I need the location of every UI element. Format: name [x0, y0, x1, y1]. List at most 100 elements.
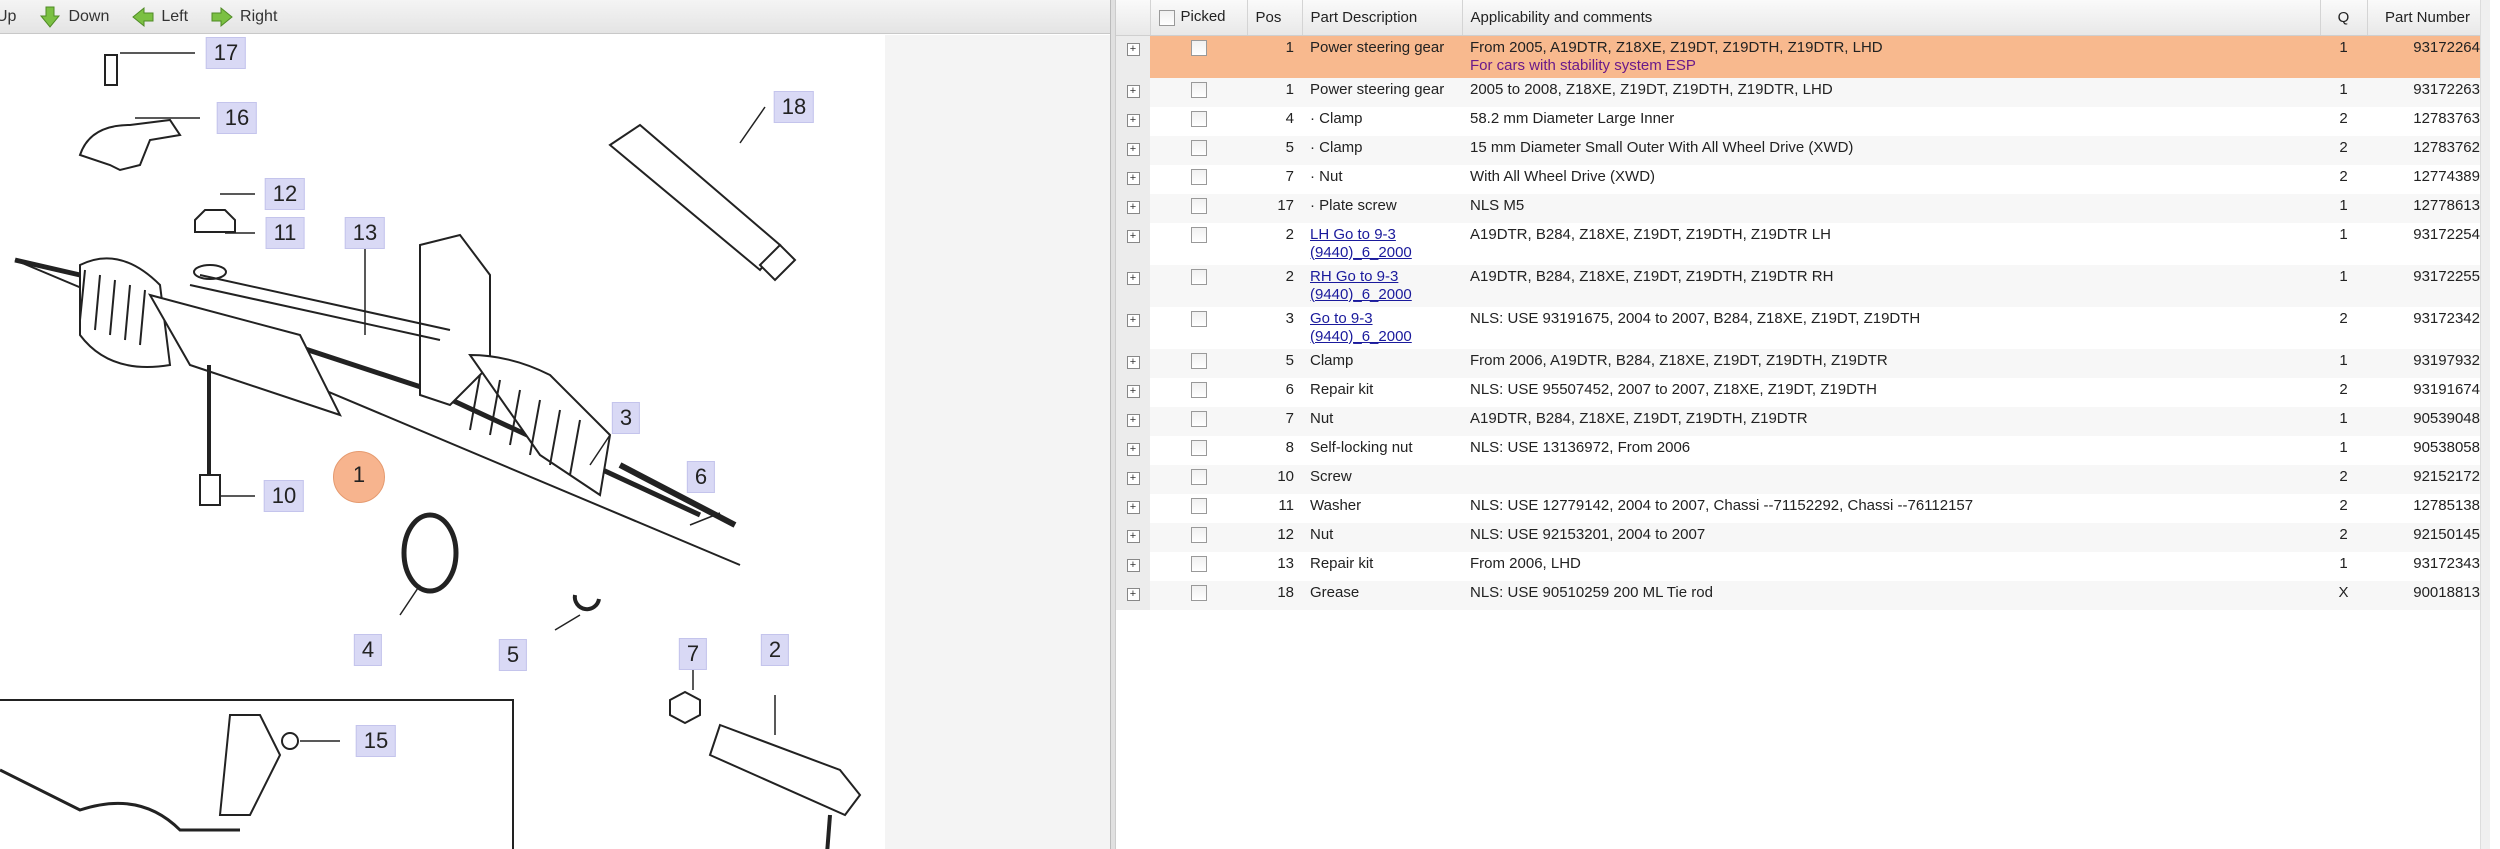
table-row[interactable]: + 11 Washer NLS: USE 12779142, 2004 to 2…: [1116, 493, 2488, 523]
left-button[interactable]: Left: [131, 5, 188, 29]
expand-plus-icon[interactable]: +: [1126, 471, 1140, 485]
part-description: Grease: [1310, 583, 1360, 601]
expand-plus-icon[interactable]: +: [1126, 200, 1140, 214]
callout-2[interactable]: 2: [760, 634, 790, 666]
expand-plus-icon[interactable]: +: [1126, 442, 1140, 456]
expand-plus-icon[interactable]: +: [1126, 558, 1140, 572]
table-row[interactable]: + 12 Nut NLS: USE 92153201, 2004 to 2007…: [1116, 522, 2488, 552]
callout-7[interactable]: 7: [678, 638, 708, 670]
table-row[interactable]: + 6 Repair kit NLS: USE 95507452, 2007 t…: [1116, 377, 2488, 407]
callout-6[interactable]: 6: [686, 461, 716, 493]
picked-checkbox[interactable]: [1190, 410, 1207, 427]
expand-plus-icon[interactable]: +: [1126, 384, 1140, 398]
picked-checkbox[interactable]: [1190, 110, 1207, 127]
callout-12[interactable]: 12: [264, 178, 306, 210]
table-row[interactable]: + 5 Clamp From 2006, A19DTR, B284, Z18XE…: [1116, 348, 2488, 378]
part-description: Clamp: [1310, 351, 1354, 369]
expand-plus-icon[interactable]: +: [1126, 142, 1140, 156]
goto-link[interactable]: LH Go to 9-3 (9440)_6_2000: [1310, 226, 1412, 261]
picked-checkbox[interactable]: [1190, 168, 1207, 185]
picked-checkbox[interactable]: [1190, 468, 1207, 485]
picked-checkbox[interactable]: [1190, 352, 1207, 369]
table-row[interactable]: + 7 · Nut With All Wheel Drive (XWD) 2 1…: [1116, 164, 2488, 194]
goto-link[interactable]: Go to 9-3 (9440)_6_2000: [1310, 310, 1412, 345]
expand-plus-icon[interactable]: +: [1126, 529, 1140, 543]
callout-1-selected[interactable]: 1: [333, 451, 385, 503]
expand-plus-icon[interactable]: +: [1126, 171, 1140, 185]
expand-plus-icon[interactable]: +: [1126, 355, 1140, 369]
callout-11[interactable]: 11: [265, 217, 305, 249]
callout-3[interactable]: 3: [611, 402, 641, 434]
expand-cell: +: [1116, 264, 1150, 307]
expand-plus-icon[interactable]: +: [1126, 229, 1140, 243]
part-number-column-header[interactable]: Part Number: [2367, 0, 2489, 36]
picked-checkbox[interactable]: [1190, 197, 1207, 214]
callout-17[interactable]: 17: [205, 37, 247, 69]
picked-checkbox[interactable]: [1190, 439, 1207, 456]
table-row[interactable]: + 1 Power steering gear 2005 to 2008, Z1…: [1116, 77, 2488, 107]
applicability-cell: NLS: USE 90510259 200 ML Tie rod: [1462, 580, 2320, 610]
expand-plus-icon[interactable]: +: [1126, 413, 1140, 427]
expand-plus-icon[interactable]: +: [1126, 271, 1140, 285]
picked-checkbox[interactable]: [1190, 139, 1207, 156]
table-row[interactable]: + 13 Repair kit From 2006, LHD 1 9317234…: [1116, 551, 2488, 581]
table-row[interactable]: + 7 Nut A19DTR, B284, Z18XE, Z19DT, Z19D…: [1116, 406, 2488, 436]
expand-plus-icon[interactable]: +: [1126, 587, 1140, 601]
expand-cell: +: [1116, 580, 1150, 610]
picked-column-header[interactable]: Picked: [1150, 0, 1248, 36]
parts-diagram[interactable]: 17 16 18 12 11 13 3 10 1 6 4 5 7 2 15: [0, 35, 885, 849]
picked-checkbox[interactable]: [1190, 226, 1207, 243]
callout-15[interactable]: 15: [355, 725, 397, 757]
table-row[interactable]: + 8 Self-locking nut NLS: USE 13136972, …: [1116, 435, 2488, 465]
picked-checkbox[interactable]: [1190, 39, 1207, 56]
goto-link[interactable]: RH Go to 9-3 (9440)_6_2000: [1310, 268, 1412, 303]
description-column-header[interactable]: Part Description: [1302, 0, 1463, 36]
right-button[interactable]: Right: [210, 5, 277, 29]
part-number-cell: 93172255: [2367, 264, 2488, 307]
callout-13[interactable]: 13: [344, 217, 386, 249]
table-row[interactable]: + 2 LH Go to 9-3 (9440)_6_2000 A19DTR, B…: [1116, 222, 2488, 265]
picked-checkbox[interactable]: [1190, 584, 1207, 601]
expand-plus-icon[interactable]: +: [1126, 84, 1140, 98]
table-row[interactable]: + 4 · Clamp 58.2 mm Diameter Large Inner…: [1116, 106, 2488, 136]
picked-checkbox[interactable]: [1190, 310, 1207, 327]
applicability-text: NLS: USE 93191675, 2004 to 2007, B284, Z…: [1470, 309, 1921, 327]
vertical-scrollbar[interactable]: [2480, 0, 2490, 849]
callout-5[interactable]: 5: [498, 639, 528, 671]
quantity-column-header[interactable]: Q: [2320, 0, 2368, 36]
select-all-checkbox[interactable]: [1158, 10, 1175, 27]
expand-plus-icon[interactable]: +: [1126, 500, 1140, 514]
down-button[interactable]: Down: [38, 5, 109, 29]
table-row[interactable]: + 3 Go to 9-3 (9440)_6_2000 NLS: USE 931…: [1116, 306, 2488, 349]
picked-checkbox[interactable]: [1190, 497, 1207, 514]
table-row-selected[interactable]: + 1 Power steering gear From 2005, A19DT…: [1116, 35, 2488, 78]
table-row[interactable]: + 2 RH Go to 9-3 (9440)_6_2000 A19DTR, B…: [1116, 264, 2488, 307]
picked-cell: [1150, 378, 1247, 407]
up-button[interactable]: Up: [0, 8, 16, 26]
picked-checkbox[interactable]: [1190, 555, 1207, 572]
expand-plus-icon[interactable]: +: [1126, 113, 1140, 127]
expand-plus-icon[interactable]: +: [1126, 42, 1140, 56]
callout-4[interactable]: 4: [353, 634, 383, 666]
table-row[interactable]: + 5 · Clamp 15 mm Diameter Small Outer W…: [1116, 135, 2488, 165]
picked-checkbox[interactable]: [1190, 81, 1207, 98]
picked-cell: [1150, 436, 1247, 465]
picked-checkbox[interactable]: [1190, 268, 1207, 285]
applicability-column-header[interactable]: Applicability and comments: [1462, 0, 2321, 36]
pos-column-header[interactable]: Pos: [1247, 0, 1303, 36]
expand-cell: +: [1116, 464, 1150, 494]
expand-plus-icon[interactable]: +: [1126, 313, 1140, 327]
picked-checkbox[interactable]: [1190, 526, 1207, 543]
callout-16[interactable]: 16: [216, 102, 258, 134]
applicability-cell: NLS: USE 13136972, From 2006: [1462, 436, 2320, 465]
table-row[interactable]: + 18 Grease NLS: USE 90510259 200 ML Tie…: [1116, 580, 2488, 610]
part-description: · Clamp: [1310, 109, 1363, 127]
table-row[interactable]: + 17 · Plate screw NLS M5 1 12778613: [1116, 193, 2488, 223]
parts-table: Picked Pos Part Description Applicabilit…: [1116, 0, 2489, 610]
picked-cell: [1150, 107, 1247, 136]
quantity-cell: 2: [2339, 496, 2348, 514]
callout-18[interactable]: 18: [773, 91, 815, 123]
picked-checkbox[interactable]: [1190, 381, 1207, 398]
callout-10[interactable]: 10: [263, 480, 305, 512]
table-row[interactable]: + 10 Screw 2 92152172: [1116, 464, 2488, 494]
